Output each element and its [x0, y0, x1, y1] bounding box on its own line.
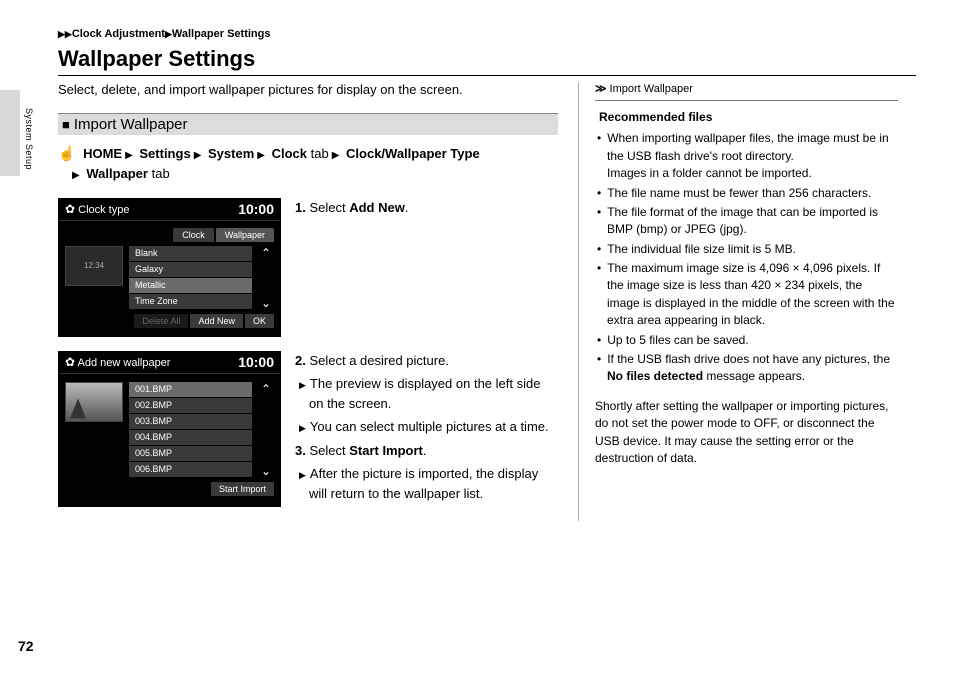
file-item[interactable]: 005.BMP — [129, 446, 252, 461]
file-item[interactable]: 006.BMP — [129, 462, 252, 477]
right-column: ≫Import Wallpaper Recommended files When… — [578, 82, 898, 521]
scroll-up-icon[interactable]: ⌃ — [261, 246, 271, 260]
scroll-down-icon[interactable]: ⌄ — [261, 296, 271, 310]
file-item[interactable]: 004.BMP — [129, 430, 252, 445]
opt-galaxy[interactable]: Galaxy — [129, 262, 252, 277]
opt-metallic[interactable]: Metallic — [129, 278, 252, 293]
screenshot-add-wallpaper: ✿ Add new wallpaper 10:00 001.BMP 002.BM… — [58, 351, 281, 508]
side-label: System Setup — [24, 108, 34, 170]
section-header: ■Import Wallpaper — [58, 113, 558, 135]
file-item[interactable]: 003.BMP — [129, 414, 252, 429]
tab-clock[interactable]: Clock — [173, 228, 214, 242]
ok-button[interactable]: OK — [245, 314, 274, 328]
breadcrumb: ▶▶Clock Adjustment▶Wallpaper Settings — [58, 28, 916, 40]
wallpaper-thumbnail — [65, 382, 123, 422]
left-column: Select, delete, and import wallpaper pic… — [58, 82, 558, 521]
add-new-button[interactable]: Add New — [190, 314, 243, 328]
recommended-list: When importing wallpaper files, the imag… — [595, 130, 898, 385]
opt-blank[interactable]: Blank — [129, 246, 252, 261]
page-title: Wallpaper Settings — [58, 46, 916, 76]
screenshot-clock-type: ✿ Clock type 10:00 Clock Wallpaper 12:34… — [58, 198, 281, 337]
page-number: 72 — [18, 638, 34, 654]
gear-icon: ✿ — [65, 355, 75, 369]
side-tab — [0, 90, 20, 176]
scroll-up-icon[interactable]: ⌃ — [261, 382, 271, 396]
clock-preview: 12:34 — [65, 246, 123, 286]
opt-timezone[interactable]: Time Zone — [129, 294, 252, 309]
tab-wallpaper[interactable]: Wallpaper — [216, 228, 274, 242]
file-item[interactable]: 001.BMP — [129, 382, 252, 397]
delete-all-button[interactable]: Delete All — [134, 314, 188, 328]
start-import-button[interactable]: Start Import — [211, 482, 274, 496]
step-1: 1. Select Add New. — [295, 198, 558, 337]
scroll-down-icon[interactable]: ⌄ — [261, 464, 271, 478]
file-item[interactable]: 002.BMP — [129, 398, 252, 413]
gear-icon: ✿ — [65, 202, 75, 216]
caution-note: Shortly after setting the wallpaper or i… — [595, 398, 898, 468]
recommended-heading: Recommended files — [595, 109, 898, 126]
ref-title: ≫Import Wallpaper — [595, 82, 898, 101]
nav-path: ☝ HOME▶ Settings▶ System▶ Clock tab▶ Clo… — [58, 143, 558, 184]
steps-2-3: 2. Select a desired picture. The preview… — [295, 351, 558, 508]
intro-text: Select, delete, and import wallpaper pic… — [58, 82, 558, 97]
